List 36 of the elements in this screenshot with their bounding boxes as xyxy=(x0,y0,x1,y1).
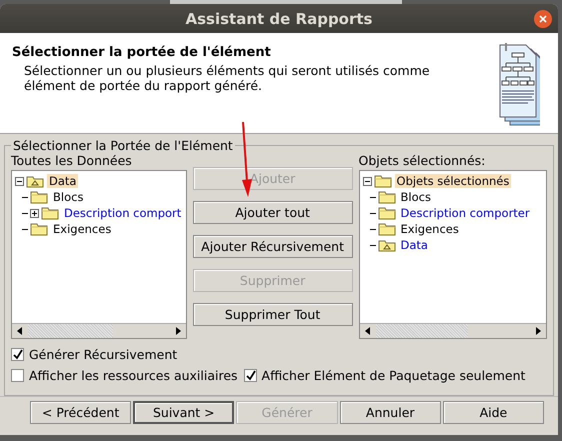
action-button[interactable]: Ajouter Récursivement xyxy=(192,235,353,258)
dialog-button[interactable]: Annuler xyxy=(340,401,441,424)
tree-item[interactable]: Objets sélectionnés xyxy=(394,174,512,188)
dialog-button[interactable]: Aide xyxy=(442,401,544,424)
dialog-button[interactable]: Suivant > xyxy=(133,401,234,424)
tree-item[interactable]: Data xyxy=(398,238,430,252)
dialog-button[interactable]: < Précédent xyxy=(30,401,132,424)
tree-item[interactable]: Description comporter xyxy=(398,206,532,220)
tree-item[interactable]: Exigences xyxy=(398,222,461,236)
checkbox[interactable] xyxy=(244,369,257,382)
header-description: Sélectionner un ou plusieurs éléments qui seront utilisés comme élément de portée du rapport généré. xyxy=(24,63,431,93)
action-button[interactable]: Supprimer Tout xyxy=(192,303,353,326)
collapse-icon[interactable] xyxy=(15,176,24,186)
option-checkbox[interactable]: Générer Récursivement xyxy=(11,347,547,362)
header-title: Sélectionner la portée de l'élément xyxy=(12,45,272,60)
horizontal-scrollbar[interactable] xyxy=(12,323,186,338)
checkbox[interactable] xyxy=(11,369,24,382)
list-label: Toutes les Données xyxy=(11,153,133,169)
tree-item[interactable]: Data xyxy=(47,174,78,188)
collapse-icon[interactable] xyxy=(362,176,372,186)
option-label: Générer Récursivement xyxy=(29,347,178,362)
tree-view[interactable]: Data Blocs Description comport Exigences xyxy=(11,170,187,339)
tree-item[interactable]: Description comport xyxy=(62,206,184,220)
tree-view[interactable]: Objets sélectionnés Blocs Description comporter Exigences Data xyxy=(358,170,547,339)
tree-item[interactable]: Blocs xyxy=(398,190,433,204)
action-button[interactable]: Ajouter tout xyxy=(192,201,353,224)
close-icon xyxy=(539,15,547,23)
tree-item[interactable]: Exigences xyxy=(51,222,114,236)
group-title: Sélectionner la Portée de l'Elément xyxy=(12,138,234,153)
close-button[interactable] xyxy=(534,10,552,28)
list-label: Objets sélectionnés: xyxy=(358,153,486,169)
checkbox[interactable] xyxy=(11,348,24,361)
tree-item[interactable]: Blocs xyxy=(51,190,86,204)
expand-icon[interactable] xyxy=(30,208,39,218)
window-title: Assistant de Rapports xyxy=(186,10,372,28)
horizontal-scrollbar[interactable] xyxy=(360,323,546,338)
